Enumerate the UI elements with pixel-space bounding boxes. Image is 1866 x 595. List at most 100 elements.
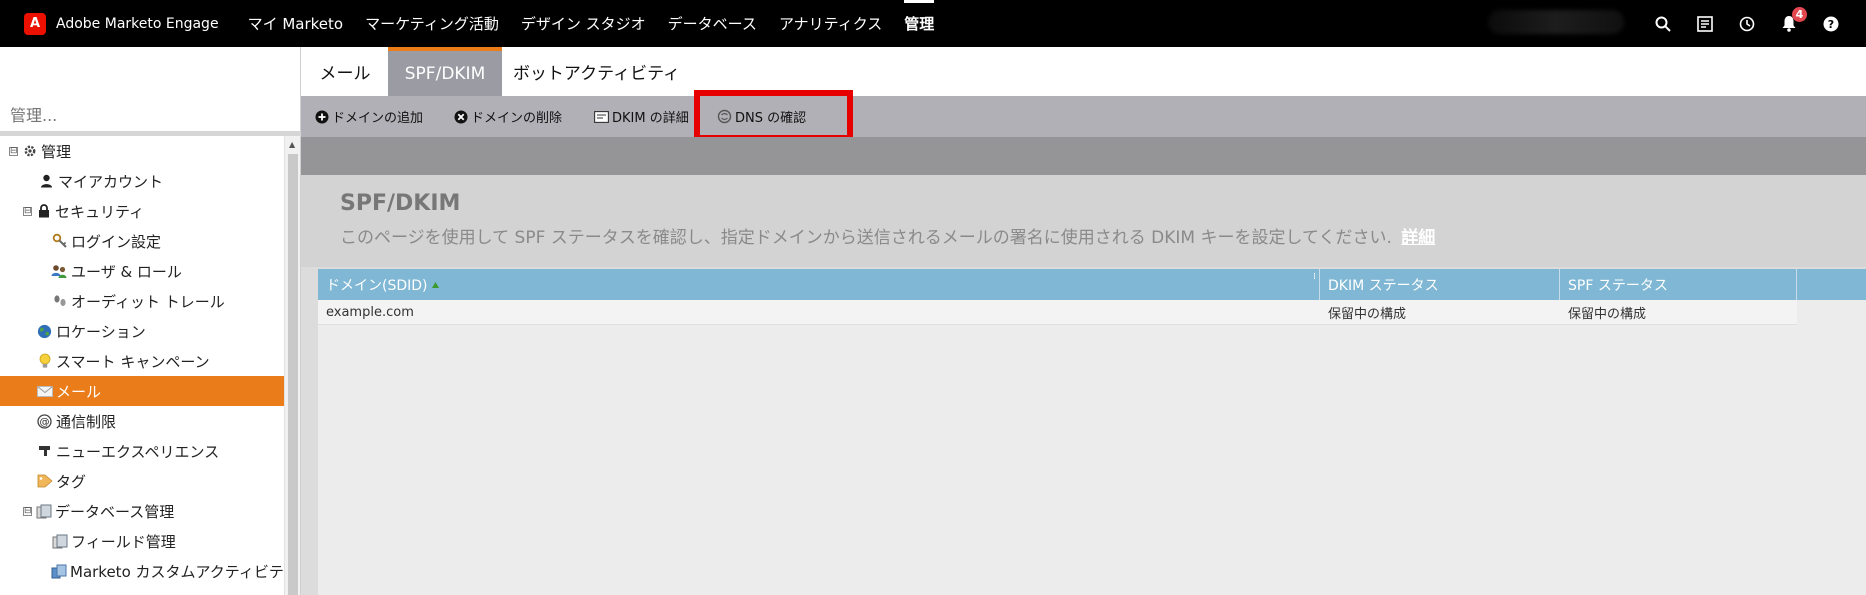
new-experience-icon bbox=[36, 443, 53, 460]
tab-email[interactable]: メール bbox=[305, 47, 385, 96]
tree-item-custom-activities[interactable]: Marketo カスタムアクティビティ bbox=[0, 556, 284, 586]
column-header-spf-status[interactable]: SPF ステータス bbox=[1560, 269, 1797, 300]
tree-item-location[interactable]: ロケーション bbox=[0, 316, 284, 346]
tab-bot-activity[interactable]: ボットアクティビティ bbox=[509, 47, 684, 96]
top-navigation: A Adobe Marketo Engage マイ Marketo マーケティン… bbox=[0, 0, 1866, 47]
lightbulb-icon bbox=[36, 353, 53, 370]
tree-item-label: ユーザ & ロール bbox=[71, 262, 182, 281]
tree-item-admin[interactable]: ⊟ 管理 bbox=[0, 136, 284, 166]
nav-analytics[interactable]: アナリティクス bbox=[768, 0, 893, 47]
tab-bar: メール SPF/DKIM ボットアクティビティ bbox=[301, 47, 1866, 96]
notification-bell-icon[interactable]: 4 bbox=[1768, 0, 1810, 47]
delete-domain-button[interactable]: ドメインの削除 bbox=[454, 96, 562, 137]
add-domain-label: ドメインの追加 bbox=[332, 111, 424, 126]
app-name: Adobe Marketo Engage bbox=[56, 15, 219, 32]
tree-item-new-experience[interactable]: ニューエクスペリエンス bbox=[0, 436, 284, 466]
svg-text:@: @ bbox=[40, 417, 50, 428]
tree-item-label: スマート キャンペーン bbox=[56, 352, 210, 371]
column-header-domain[interactable]: ドメイン(SDID) ⁞ bbox=[318, 269, 1320, 300]
dkim-details-label: DKIM の詳細 bbox=[612, 111, 689, 126]
tree-item-security[interactable]: ⊟ セキュリティ bbox=[0, 196, 284, 226]
table-row[interactable]: example.com 保留中の構成 保留中の構成 bbox=[318, 300, 1797, 325]
scroll-up-arrow-icon[interactable]: ▲ bbox=[289, 140, 295, 149]
dkim-details-button[interactable]: DKIM の詳細 bbox=[594, 96, 689, 137]
column-header-dkim-status[interactable]: DKIM ステータス bbox=[1320, 269, 1560, 300]
nav-database[interactable]: データベース bbox=[657, 0, 768, 47]
cell-spf-status: 保留中の構成 bbox=[1568, 307, 1647, 322]
tree-item-label: メール bbox=[56, 382, 102, 401]
tree-item-tags[interactable]: タグ bbox=[0, 466, 284, 496]
globe-icon bbox=[36, 323, 53, 340]
lock-icon bbox=[35, 203, 52, 220]
tag-icon bbox=[36, 473, 53, 490]
column-resize-handle-icon[interactable]: ⁞ bbox=[1313, 272, 1316, 282]
collapse-icon[interactable]: ⊟ bbox=[9, 146, 18, 156]
tree-item-label: 管理 bbox=[41, 142, 72, 161]
tree-item-users-roles[interactable]: ユーザ & ロール bbox=[0, 256, 284, 286]
help-icon[interactable]: ? bbox=[1810, 0, 1852, 47]
key-icon bbox=[51, 233, 68, 250]
notification-count-badge: 4 bbox=[1792, 7, 1807, 22]
page-description: このページを使用して SPF ステータスを確認し、指定ドメインから送信されるメー… bbox=[340, 223, 1435, 248]
sidebar-search-area bbox=[0, 47, 301, 136]
tab-spf-dkim[interactable]: SPF/DKIM bbox=[388, 47, 502, 96]
collapse-icon[interactable]: ⊟ bbox=[23, 206, 32, 216]
collapse-icon[interactable]: ⊟ bbox=[23, 506, 32, 516]
details-card-icon bbox=[594, 110, 609, 123]
dns-check-highlight bbox=[694, 90, 853, 141]
cell-domain: example.com bbox=[326, 305, 414, 320]
add-domain-button[interactable]: ドメインの追加 bbox=[315, 96, 423, 137]
clock-icon[interactable] bbox=[1726, 0, 1768, 47]
sidebar-scrollbar[interactable]: ▲ bbox=[284, 136, 300, 595]
tree-item-label: ロケーション bbox=[56, 322, 146, 341]
tree-item-field-management[interactable]: フィールド管理 bbox=[0, 526, 284, 556]
admin-tree: ⊟ 管理 マイアカウント ⊟ セキュリティ ログイン設定 ユーザ & ロール オ… bbox=[0, 136, 284, 595]
custom-activity-icon bbox=[51, 563, 67, 580]
plus-circle-icon bbox=[315, 110, 329, 124]
tree-item-my-account[interactable]: マイアカウント bbox=[0, 166, 284, 196]
field-icon bbox=[51, 533, 68, 550]
nav-admin[interactable]: 管理 bbox=[893, 0, 945, 47]
tree-item-label: セキュリティ bbox=[55, 202, 145, 221]
svg-text:?: ? bbox=[1828, 18, 1834, 31]
tree-item-database-admin[interactable]: ⊟ データベース管理 bbox=[0, 496, 284, 526]
x-circle-icon bbox=[454, 110, 468, 124]
toolbar-subbar bbox=[301, 137, 1866, 175]
tree-item-login-settings[interactable]: ログイン設定 bbox=[0, 226, 284, 256]
nav-marketing-activities[interactable]: マーケティング活動 bbox=[354, 0, 510, 47]
domain-grid: ドメイン(SDID) ⁞ DKIM ステータス SPF ステータス exampl… bbox=[318, 269, 1866, 595]
tree-item-label: Marketo カスタムアクティビティ bbox=[70, 562, 284, 581]
sort-ascending-icon bbox=[431, 281, 439, 288]
tree-item-communication-limits[interactable]: @ 通信制限 bbox=[0, 406, 284, 436]
tree-item-smart-campaign[interactable]: スマート キャンペーン bbox=[0, 346, 284, 376]
gear-icon bbox=[21, 143, 38, 160]
nav-design-studio[interactable]: デザイン スタジオ bbox=[510, 0, 657, 47]
admin-sidebar: ⊟ 管理 マイアカウント ⊟ セキュリティ ログイン設定 ユーザ & ロール オ… bbox=[0, 47, 301, 595]
tree-item-label: ログイン設定 bbox=[71, 232, 162, 251]
nav-my-marketo[interactable]: マイ Marketo bbox=[237, 0, 355, 47]
app-logo[interactable]: A Adobe Marketo Engage bbox=[24, 12, 219, 35]
page-title: SPF/DKIM bbox=[340, 191, 461, 216]
tree-item-label: タグ bbox=[56, 472, 87, 491]
at-sign-icon: @ bbox=[36, 413, 53, 430]
user-account-blurred[interactable] bbox=[1488, 10, 1624, 34]
tree-item-email[interactable]: メール bbox=[0, 376, 284, 406]
tree-item-label: オーディット トレール bbox=[71, 292, 225, 311]
tree-item-label: データベース管理 bbox=[55, 502, 175, 521]
delete-domain-label: ドメインの削除 bbox=[471, 111, 563, 126]
footprints-icon bbox=[51, 293, 68, 310]
scrollbar-thumb[interactable] bbox=[288, 154, 298, 595]
admin-search-input[interactable] bbox=[0, 99, 300, 131]
task-list-icon[interactable] bbox=[1684, 0, 1726, 47]
tree-item-label: 通信制限 bbox=[56, 412, 117, 431]
page-info-panel: SPF/DKIM このページを使用して SPF ステータスを確認し、指定ドメイン… bbox=[301, 175, 1866, 267]
database-icon bbox=[35, 503, 52, 520]
search-icon[interactable] bbox=[1642, 0, 1684, 47]
page-description-text: このページを使用して SPF ステータスを確認し、指定ドメインから送信されるメー… bbox=[340, 228, 1392, 248]
tree-item-audit-trail[interactable]: オーディット トレール bbox=[0, 286, 284, 316]
column-header-label: ドメイン(SDID) bbox=[326, 277, 428, 294]
details-link[interactable]: 詳細 bbox=[1401, 228, 1435, 248]
action-toolbar: ドメインの追加 ドメインの削除 DKIM の詳細 DNS の確認 bbox=[301, 96, 1866, 137]
email-icon bbox=[36, 383, 53, 400]
top-icon-group: 4 ? bbox=[1642, 0, 1852, 47]
